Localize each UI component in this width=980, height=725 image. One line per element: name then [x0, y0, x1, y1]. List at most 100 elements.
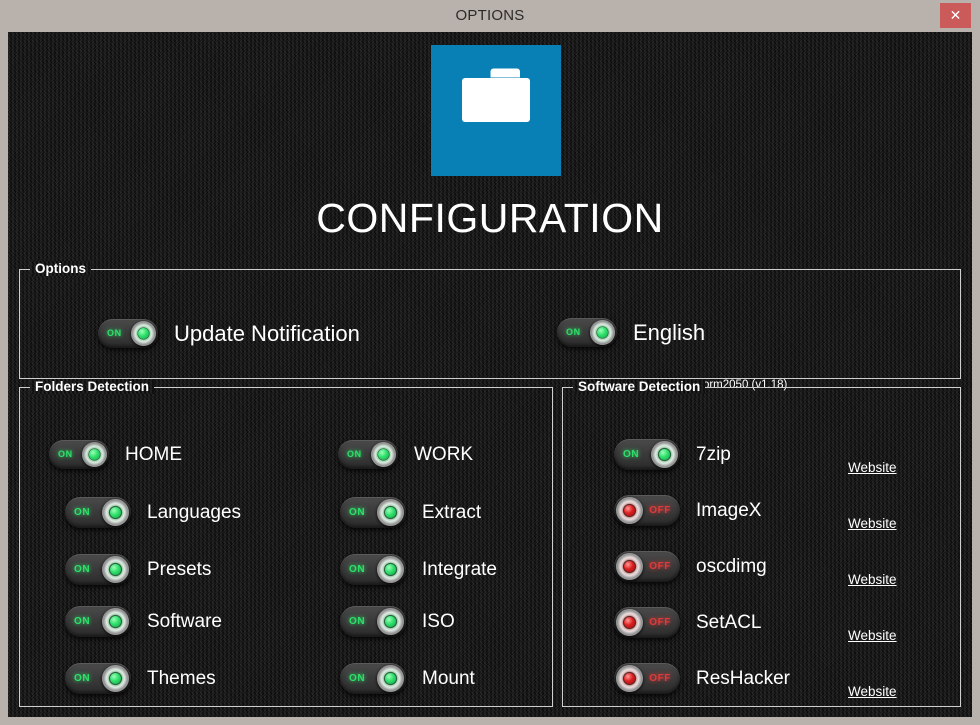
- toggle-work[interactable]: ON: [338, 440, 398, 469]
- label-mount: Mount: [422, 668, 475, 690]
- toggle-knob: [82, 442, 107, 467]
- options-group-legend: Options: [30, 261, 91, 276]
- toggle-led: [110, 564, 121, 575]
- toggle-state-label: ON: [74, 606, 90, 637]
- content-area: CONFIGURATION Options ON Update Notifica…: [8, 32, 972, 717]
- label-7zip: 7zip: [696, 444, 731, 466]
- close-button[interactable]: ✕: [940, 3, 971, 28]
- toggle-led: [385, 564, 396, 575]
- row-extract[interactable]: ON Extract: [340, 497, 481, 528]
- toggle-mount[interactable]: ON: [340, 663, 406, 694]
- label-language: English: [633, 320, 705, 346]
- row-language[interactable]: ON English: [557, 318, 705, 347]
- toggle-state-label: ON: [74, 663, 90, 694]
- toggle-led: [110, 673, 121, 684]
- toggle-led: [110, 507, 121, 518]
- toggle-knob: [616, 497, 643, 524]
- website-link-7zip[interactable]: Website: [848, 460, 897, 475]
- label-home: HOME: [125, 444, 182, 466]
- window-title: OPTIONS: [0, 0, 980, 32]
- label-update-notification: Update Notification: [174, 321, 360, 347]
- row-themes[interactable]: ON Themes: [65, 663, 216, 694]
- row-iso[interactable]: ON ISO: [340, 606, 455, 637]
- toggle-knob: [590, 320, 615, 345]
- label-integrate: Integrate: [422, 559, 497, 581]
- website-link-imagex[interactable]: Website: [848, 516, 897, 531]
- toggle-knob: [377, 499, 404, 526]
- folders-detection-group: Folders Detection ON HOME ON Languages O…: [19, 387, 553, 707]
- folder-icon: [431, 45, 561, 176]
- toggle-7zip[interactable]: ON: [614, 439, 680, 470]
- toggle-imagex[interactable]: OFF: [614, 495, 680, 526]
- toggle-led: [89, 449, 100, 460]
- toggle-led: [659, 449, 670, 460]
- toggle-led: [385, 616, 396, 627]
- row-setacl[interactable]: OFF SetACL: [614, 607, 761, 638]
- toggle-led: [138, 328, 149, 339]
- toggle-state-label: ON: [74, 554, 90, 585]
- label-software-folder: Software: [147, 611, 222, 633]
- toggle-themes[interactable]: ON: [65, 663, 131, 694]
- row-languages[interactable]: ON Languages: [65, 497, 241, 528]
- toggle-state-label: ON: [107, 319, 122, 348]
- toggle-state-label: ON: [58, 440, 73, 469]
- software-detection-group: Software Detection ON 7zip Website OFF I…: [562, 387, 961, 707]
- toggle-knob: [377, 608, 404, 635]
- toggle-led: [624, 673, 635, 684]
- toggle-state-label: OFF: [649, 607, 671, 638]
- toggle-knob: [102, 608, 129, 635]
- toggle-state-label: ON: [74, 497, 90, 528]
- row-integrate[interactable]: ON Integrate: [340, 554, 497, 585]
- options-group: Options ON Update Notification ON Englis…: [19, 269, 961, 379]
- toggle-knob: [131, 321, 156, 346]
- page-title: CONFIGURATION: [8, 195, 972, 242]
- website-link-reshacker[interactable]: Website: [848, 684, 897, 699]
- toggle-language[interactable]: ON: [557, 318, 617, 347]
- label-languages: Languages: [147, 502, 241, 524]
- toggle-home[interactable]: ON: [49, 440, 109, 469]
- toggle-led: [378, 449, 389, 460]
- label-oscdimg: oscdimg: [696, 556, 767, 578]
- toggle-state-label: ON: [349, 663, 365, 694]
- toggle-knob: [102, 556, 129, 583]
- toggle-languages[interactable]: ON: [65, 497, 131, 528]
- toggle-state-label: OFF: [649, 551, 671, 582]
- row-7zip[interactable]: ON 7zip: [614, 439, 731, 470]
- toggle-led: [597, 327, 608, 338]
- row-home[interactable]: ON HOME: [49, 440, 182, 469]
- row-update-notification[interactable]: ON Update Notification: [98, 319, 360, 348]
- label-themes: Themes: [147, 668, 216, 690]
- website-link-setacl[interactable]: Website: [848, 628, 897, 643]
- website-link-oscdimg[interactable]: Website: [848, 572, 897, 587]
- toggle-state-label: ON: [566, 318, 581, 347]
- toggle-led: [624, 505, 635, 516]
- row-reshacker[interactable]: OFF ResHacker: [614, 663, 790, 694]
- toggle-presets[interactable]: ON: [65, 554, 131, 585]
- row-presets[interactable]: ON Presets: [65, 554, 211, 585]
- toggle-reshacker[interactable]: OFF: [614, 663, 680, 694]
- software-detection-legend: Software Detection: [573, 379, 705, 394]
- toggle-led: [110, 616, 121, 627]
- toggle-extract[interactable]: ON: [340, 497, 406, 528]
- toggle-integrate[interactable]: ON: [340, 554, 406, 585]
- row-work[interactable]: ON WORK: [338, 440, 473, 469]
- row-software-folder[interactable]: ON Software: [65, 606, 222, 637]
- toggle-knob: [651, 441, 678, 468]
- row-oscdimg[interactable]: OFF oscdimg: [614, 551, 767, 582]
- toggle-state-label: OFF: [649, 663, 671, 694]
- label-presets: Presets: [147, 559, 211, 581]
- toggle-led: [385, 507, 396, 518]
- label-setacl: SetACL: [696, 612, 761, 634]
- toggle-software-folder[interactable]: ON: [65, 606, 131, 637]
- toggle-setacl[interactable]: OFF: [614, 607, 680, 638]
- toggle-led: [624, 561, 635, 572]
- toggle-update-notification[interactable]: ON: [98, 319, 158, 348]
- options-window: OPTIONS ✕ CONFIGURATION Options ON Updat…: [0, 0, 980, 725]
- toggle-state-label: ON: [349, 606, 365, 637]
- row-mount[interactable]: ON Mount: [340, 663, 475, 694]
- toggle-state-label: ON: [623, 439, 639, 470]
- toggle-iso[interactable]: ON: [340, 606, 406, 637]
- toggle-oscdimg[interactable]: OFF: [614, 551, 680, 582]
- label-extract: Extract: [422, 502, 481, 524]
- row-imagex[interactable]: OFF ImageX: [614, 495, 761, 526]
